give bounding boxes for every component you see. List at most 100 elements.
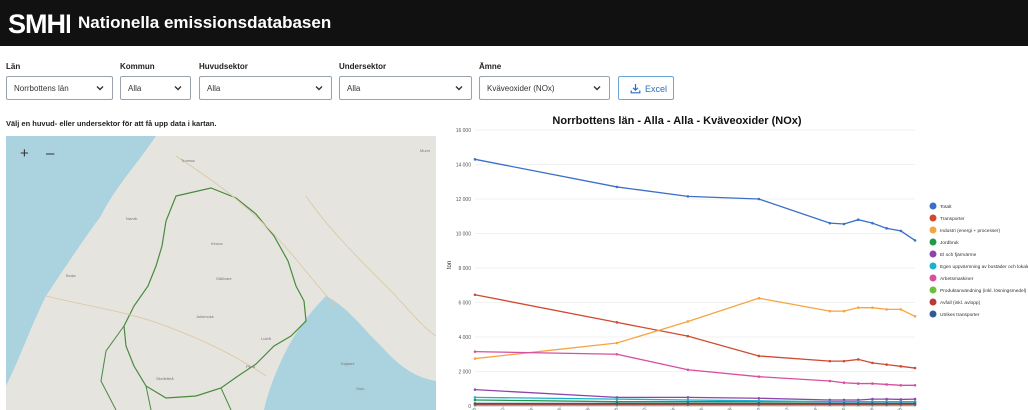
chart-title: Norrbottens län - Alla - Alla - Kväveoxi…	[552, 115, 802, 127]
x-tick-label: 2016	[836, 406, 847, 410]
legend-marker	[929, 298, 937, 306]
data-point	[757, 354, 761, 358]
data-point	[842, 381, 846, 385]
chevron-down-icon	[593, 86, 601, 91]
data-point	[757, 402, 761, 405]
x-tick-label: 1992	[495, 406, 506, 410]
x-tick-label: 1998	[580, 406, 591, 410]
chevron-down-icon	[315, 86, 323, 91]
chevron-down-icon	[96, 86, 104, 91]
excel-export-button[interactable]: Excel	[618, 76, 674, 100]
data-point	[473, 402, 477, 405]
data-point	[899, 229, 903, 233]
map-place-label: Piteå	[246, 364, 256, 369]
legend-marker	[929, 286, 937, 294]
header-bar: SMHI Nationella emissionsdatabasen	[0, 0, 1028, 46]
y-axis-label: ton	[447, 261, 453, 269]
data-point	[885, 397, 888, 401]
map-place-label: Mumi	[420, 148, 430, 153]
legend-item: El och fjärrvärme	[940, 252, 977, 258]
x-tick-label: 2014	[807, 406, 818, 410]
series-line	[474, 294, 916, 369]
map-place-label: Bodø	[66, 273, 76, 278]
data-point	[885, 402, 888, 405]
data-point	[856, 382, 860, 385]
y-tick-label: 2 000	[458, 370, 471, 376]
data-point	[615, 402, 619, 405]
legend-item: Jordbruk	[940, 240, 959, 246]
y-tick-labels: 02 0004 0006 0008 00010 00012 00014 0001…	[456, 128, 472, 410]
map-place-label: Kiruna	[211, 241, 223, 246]
x-tick-label: 1994	[523, 406, 534, 410]
data-point	[473, 158, 477, 161]
zoom-out-button[interactable]: –	[46, 146, 54, 161]
legend-item: Produktanvändning (inkl. lösningsmedel)	[940, 288, 1027, 294]
emissions-chart: Norrbottens län - Alla - Alla - Kväveoxi…	[447, 115, 1028, 410]
data-point	[913, 239, 917, 242]
x-tick-label: 2002	[637, 406, 648, 410]
data-point	[473, 293, 477, 297]
legend-item: Transporter	[940, 216, 965, 222]
data-point	[828, 359, 832, 363]
legend-item: Arbetsmaskiner	[940, 276, 974, 282]
main-sector-value: Alla	[207, 84, 221, 93]
data-point	[856, 218, 860, 221]
data-point	[757, 375, 761, 378]
smhi-logo[interactable]: SMHI	[6, 6, 70, 40]
data-point	[899, 398, 903, 401]
data-point	[828, 402, 832, 405]
map-place-label: Tromsø	[181, 158, 195, 163]
sub-sector-select[interactable]: Alla	[339, 76, 472, 100]
map-view[interactable]: + – Mumi Tromsø Narvik Kiruna Gällivare …	[6, 136, 436, 410]
map-place-label: Oulu	[356, 386, 365, 391]
data-point	[473, 398, 477, 402]
data-point	[842, 402, 846, 405]
y-tick-label: 8 000	[458, 266, 471, 272]
x-tick-labels: 1990199219941996199820002002200420062008…	[467, 405, 915, 410]
data-point	[885, 363, 888, 366]
data-point	[686, 195, 690, 198]
substance-value: Kväveoxider (NOx)	[487, 84, 555, 93]
data-point	[473, 396, 477, 399]
chevron-down-icon	[174, 86, 182, 91]
x-tick-label: 2006	[694, 406, 705, 410]
county-select[interactable]: Norrbottens län	[6, 76, 113, 100]
data-point	[871, 397, 874, 401]
x-tick-label: 1996	[552, 406, 563, 410]
substance-select[interactable]: Kväveoxider (NOx)	[479, 76, 610, 100]
y-tick-label: 14 000	[456, 163, 472, 169]
data-point	[686, 368, 690, 372]
main-sector-select[interactable]: Alla	[199, 76, 332, 100]
chart-legend: Totalt Transporter Industri (energi + proc…	[929, 202, 1028, 318]
x-tick-label: 2010	[750, 406, 761, 410]
data-point	[757, 197, 761, 201]
data-point	[885, 383, 888, 386]
legend-marker	[929, 226, 937, 234]
data-point	[686, 320, 690, 323]
map-place-label: Narvik	[126, 216, 138, 221]
data-point	[473, 388, 477, 391]
data-point	[885, 227, 888, 230]
legend-marker	[929, 214, 937, 222]
municipality-label: Kommun	[120, 62, 155, 71]
legend-marker	[929, 238, 937, 246]
y-tick-label: 4 000	[458, 335, 471, 341]
map-place-label: Gällivare	[216, 276, 232, 281]
data-point	[871, 306, 874, 309]
legend-item: Totalt	[940, 204, 952, 210]
y-tick-label: 6 000	[458, 301, 471, 307]
data-point	[913, 402, 917, 405]
data-point	[686, 334, 690, 338]
data-point	[828, 309, 832, 313]
map-place-label: Luleå	[261, 336, 271, 341]
data-point	[871, 361, 874, 365]
data-point	[899, 384, 903, 387]
data-point	[913, 384, 917, 387]
data-point	[842, 222, 846, 226]
data-point	[686, 396, 690, 399]
municipality-select[interactable]: Alla	[120, 76, 191, 100]
legend-marker	[929, 250, 937, 258]
excel-button-label: Excel	[645, 84, 668, 94]
zoom-in-button[interactable]: +	[20, 146, 29, 161]
data-point	[913, 366, 917, 370]
